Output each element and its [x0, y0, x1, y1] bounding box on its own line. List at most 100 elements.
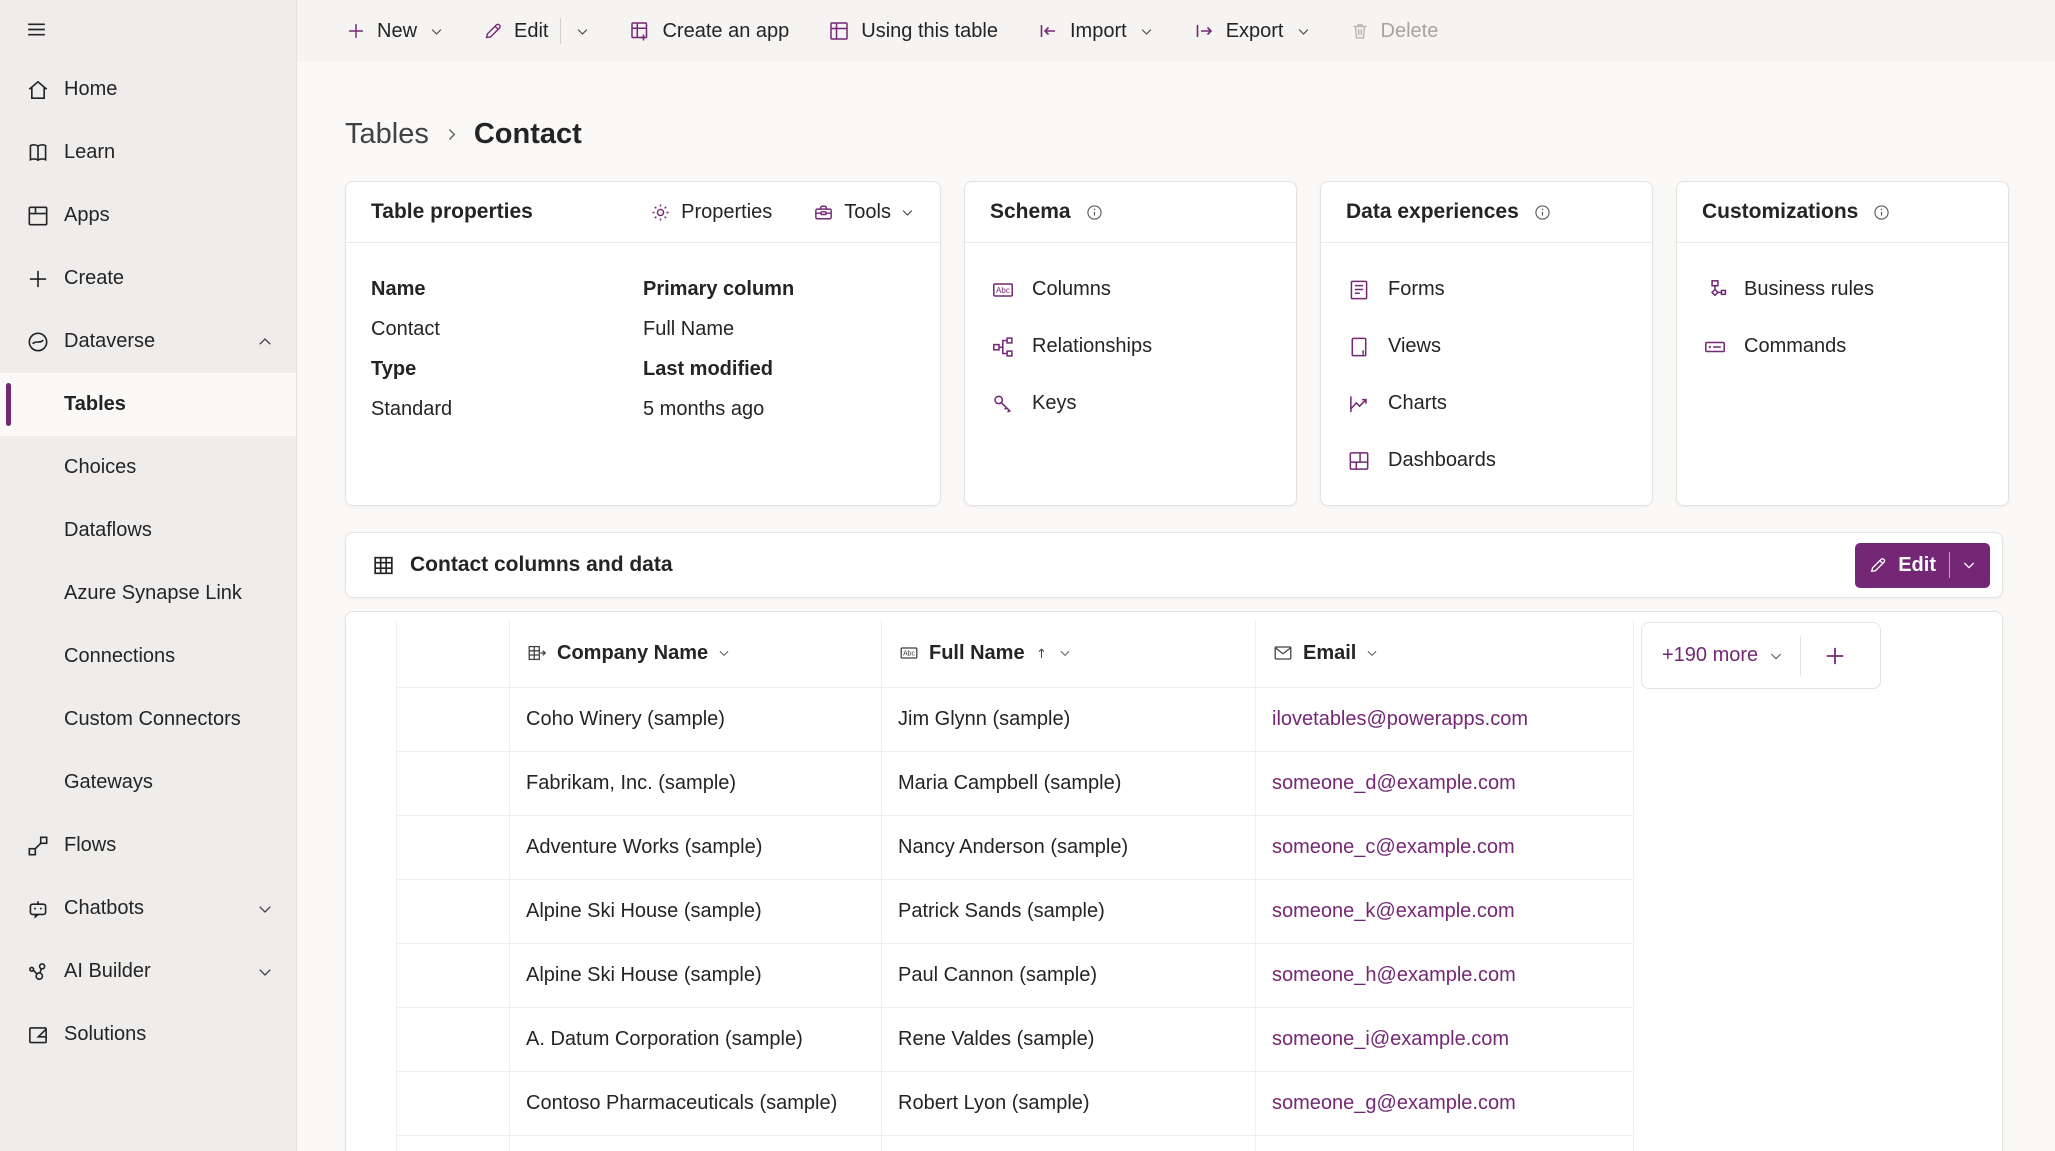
full-name-cell[interactable]: Paul Cannon (sample) [881, 943, 1256, 1008]
charts-link[interactable]: Charts [1346, 375, 1627, 432]
table-row[interactable] [396, 1135, 1634, 1151]
email-link[interactable]: someone_k@example.com [1272, 900, 1515, 922]
sidebar-item-chatbots[interactable]: Chatbots [0, 877, 296, 940]
table-row[interactable]: Contoso Pharmaceuticals (sample) Robert … [396, 1071, 1634, 1136]
contact-data-grid: Company Name Abc Full Name Email Coho Wi… [345, 611, 2003, 1151]
info-icon[interactable] [1533, 203, 1552, 222]
table-row[interactable]: Coho Winery (sample) Jim Glynn (sample) … [396, 687, 1634, 752]
full-name-cell[interactable] [881, 1135, 1256, 1151]
breadcrumb-current: Contact [473, 118, 582, 150]
full-name-cell[interactable]: Patrick Sands (sample) [881, 879, 1256, 944]
create-an-app-button[interactable]: Create an app [628, 19, 789, 43]
full-name-cell[interactable]: Maria Campbell (sample) [881, 751, 1256, 816]
row-selector-cell[interactable] [396, 1071, 510, 1136]
column-header-company-name[interactable]: Company Name [509, 620, 882, 688]
email-link[interactable]: someone_d@example.com [1272, 772, 1516, 794]
schema-keys-link[interactable]: Keys [990, 375, 1271, 432]
row-selector-cell[interactable] [396, 815, 510, 880]
more-columns-button[interactable]: +190 more [1662, 644, 1784, 667]
email-link[interactable]: someone_g@example.com [1272, 1092, 1516, 1114]
add-column-button[interactable] [1815, 636, 1855, 676]
sidebar-item-solutions[interactable]: Solutions [0, 1003, 296, 1066]
overview-cards: Table properties Properties Tools Name C… [345, 181, 2055, 506]
schema-relationships-link[interactable]: Relationships [990, 318, 1271, 375]
row-selector-cell[interactable] [396, 1135, 510, 1151]
edit-table-button[interactable]: Edit [1855, 542, 1990, 588]
table-row[interactable]: Alpine Ski House (sample) Paul Cannon (s… [396, 943, 1634, 1008]
company-cell[interactable]: Contoso Pharmaceuticals (sample) [509, 1071, 882, 1136]
row-selector-cell[interactable] [396, 879, 510, 944]
card-title: Data experiences [1346, 200, 1519, 223]
full-name-cell[interactable]: Jim Glynn (sample) [881, 687, 1256, 752]
company-cell[interactable] [509, 1135, 882, 1151]
sidebar-item-label: Connections [64, 645, 176, 667]
sidebar-item-apps[interactable]: Apps [0, 184, 296, 247]
row-selector-cell[interactable] [396, 751, 510, 816]
sidebar-item-gateways[interactable]: Gateways [0, 751, 296, 814]
sidebar-item-choices[interactable]: Choices [0, 436, 296, 499]
email-link[interactable]: someone_c@example.com [1272, 836, 1515, 858]
schema-columns-link[interactable]: Abc Columns [990, 261, 1271, 318]
company-cell[interactable]: Coho Winery (sample) [509, 687, 882, 752]
breadcrumb-tables-link[interactable]: Tables [345, 118, 429, 151]
edit-command-button[interactable]: Edit [482, 18, 590, 44]
full-name-cell[interactable]: Nancy Anderson (sample) [881, 815, 1256, 880]
export-button[interactable]: Export [1192, 19, 1311, 43]
row-selector-cell[interactable] [396, 687, 510, 752]
chevron-down-icon [900, 205, 915, 220]
sidebar-item-azure-synapse-link[interactable]: Azure Synapse Link [0, 562, 296, 625]
tools-button[interactable]: Tools [812, 201, 915, 224]
hamburger-menu-button[interactable] [0, 0, 296, 58]
sidebar-item-custom-connectors[interactable]: Custom Connectors [0, 688, 296, 751]
email-link[interactable]: someone_h@example.com [1272, 964, 1516, 986]
sidebar-item-ai-builder[interactable]: AI Builder [0, 940, 296, 1003]
command-bar-icon [1702, 334, 1728, 360]
column-header-full-name[interactable]: Abc Full Name [881, 620, 1256, 688]
company-cell[interactable]: Fabrikam, Inc. (sample) [509, 751, 882, 816]
new-button[interactable]: New [345, 20, 444, 43]
sidebar-item-learn[interactable]: Learn [0, 121, 296, 184]
contact-columns-section-header: Contact columns and data Edit [345, 532, 2003, 598]
company-cell[interactable]: A. Datum Corporation (sample) [509, 1007, 882, 1072]
column-header-email[interactable]: Email [1255, 620, 1634, 688]
sidebar-item-dataverse[interactable]: Dataverse [0, 310, 296, 373]
email-link[interactable]: ilovetables@powerapps.com [1272, 708, 1528, 730]
email-link[interactable]: someone_i@example.com [1272, 1028, 1509, 1050]
sidebar-item-home[interactable]: Home [0, 58, 296, 121]
delete-button[interactable]: Delete [1349, 20, 1438, 43]
company-cell[interactable]: Alpine Ski House (sample) [509, 879, 882, 944]
edit-command-label: Edit [514, 19, 549, 42]
views-link[interactable]: Views [1346, 318, 1627, 375]
table-row[interactable]: A. Datum Corporation (sample) Rene Valde… [396, 1007, 1634, 1072]
sidebar-item-connections[interactable]: Connections [0, 625, 296, 688]
row-selector-header[interactable] [396, 620, 510, 688]
business-rules-link[interactable]: Business rules [1702, 261, 1983, 318]
row-selector-cell[interactable] [396, 943, 510, 1008]
table-row[interactable]: Fabrikam, Inc. (sample) Maria Campbell (… [396, 751, 1634, 816]
info-icon[interactable] [1872, 203, 1891, 222]
row-selector-cell[interactable] [396, 1007, 510, 1072]
sidebar-item-dataflows[interactable]: Dataflows [0, 499, 296, 562]
edit-table-label: Edit [1898, 553, 1936, 576]
commands-link[interactable]: Commands [1702, 318, 1983, 375]
info-icon[interactable] [1085, 203, 1104, 222]
sidebar-item-flows[interactable]: Flows [0, 814, 296, 877]
table-row[interactable]: Adventure Works (sample) Nancy Anderson … [396, 815, 1634, 880]
forms-link[interactable]: Forms [1346, 261, 1627, 318]
chevron-down-icon[interactable] [1961, 557, 1977, 573]
company-cell[interactable]: Adventure Works (sample) [509, 815, 882, 880]
full-name-cell[interactable]: Robert Lyon (sample) [881, 1071, 1256, 1136]
chevron-down-icon[interactable] [575, 24, 590, 39]
import-button[interactable]: Import [1036, 19, 1154, 43]
properties-button[interactable]: Properties [649, 201, 772, 224]
column-label: Email [1303, 641, 1357, 664]
sidebar-item-label: Gateways [64, 771, 153, 793]
prop-value-type: Standard [371, 398, 453, 420]
sidebar-item-tables[interactable]: Tables [0, 373, 296, 436]
company-cell[interactable]: Alpine Ski House (sample) [509, 943, 882, 1008]
using-this-table-button[interactable]: Using this table [827, 19, 998, 43]
dashboards-link[interactable]: Dashboards [1346, 432, 1627, 489]
full-name-cell[interactable]: Rene Valdes (sample) [881, 1007, 1256, 1072]
table-row[interactable]: Alpine Ski House (sample) Patrick Sands … [396, 879, 1634, 944]
sidebar-item-create[interactable]: Create [0, 247, 296, 310]
